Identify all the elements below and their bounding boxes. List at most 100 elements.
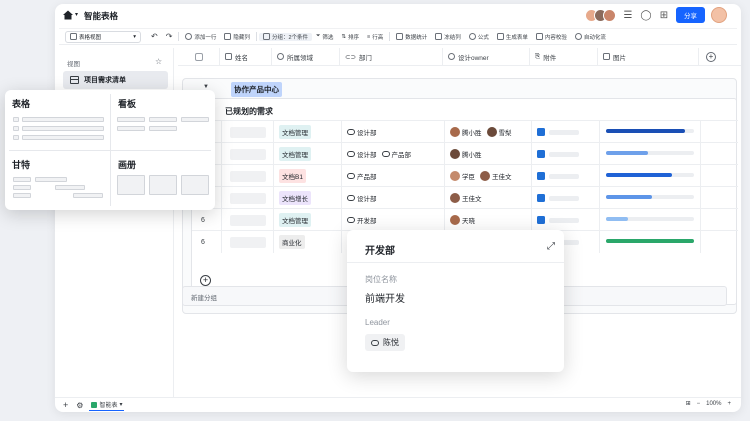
formula-button[interactable]: 公式 (465, 33, 493, 41)
settings-icon[interactable]: ⚙ (76, 401, 83, 410)
sheet-tab[interactable]: 智能表 ▾ (89, 399, 125, 411)
zoom-out-icon[interactable]: − (697, 401, 701, 407)
group-button[interactable]: 分组：2个条件 (258, 32, 312, 41)
name-cell[interactable] (222, 231, 274, 253)
owner-chip[interactable]: 学臣 (450, 171, 475, 181)
column-header-domain[interactable]: 所属领域 (272, 47, 340, 66)
expand-icon[interactable]: ⤢ (547, 241, 555, 252)
domain-cell[interactable]: 文档管理 (274, 143, 342, 165)
column-header-attachment[interactable]: ⎘ 附件 (530, 47, 598, 66)
column-header-department[interactable]: ⊂⊃ 部门 (340, 47, 443, 66)
domain-cell[interactable]: 文档管理 (274, 209, 342, 231)
progress-cell[interactable] (600, 187, 701, 209)
domain-cell[interactable]: 文档增长 (274, 187, 342, 209)
file-icon[interactable] (537, 172, 545, 180)
name-cell[interactable] (222, 187, 274, 209)
owner-chip[interactable]: 王佳文 (480, 171, 512, 181)
owner-chip[interactable]: 腾小胜 (450, 127, 482, 137)
progress-cell[interactable] (600, 209, 701, 231)
file-icon[interactable] (537, 128, 545, 136)
row-height-button[interactable]: ≡ 行高 (363, 33, 387, 41)
grid-icon[interactable]: ⊞ (658, 9, 670, 21)
domain-cell[interactable]: 文档管理 (274, 121, 342, 143)
attachment-cell[interactable] (532, 121, 600, 143)
view-option-gantt[interactable]: 甘特 (5, 151, 109, 210)
attachment-cell[interactable] (532, 165, 600, 187)
owner-chip[interactable]: 王佳文 (450, 193, 482, 203)
attachment-cell[interactable] (532, 187, 600, 209)
owner-chip[interactable]: 天晓 (450, 215, 475, 225)
table-row[interactable]: 文档管理 设计部 腾小胜 雪梨 (192, 120, 738, 143)
column-header-name[interactable]: 姓名 (220, 47, 272, 66)
attachment-cell[interactable] (532, 143, 600, 165)
view-option-table[interactable]: 表格 (5, 90, 109, 149)
chevron-down-icon[interactable]: ▾ (75, 11, 78, 18)
department-cell[interactable]: 设计部 (342, 121, 445, 143)
zoom-in-icon[interactable]: + (727, 401, 731, 407)
select-all-checkbox[interactable] (178, 47, 220, 66)
department-link[interactable]: 设计部 (347, 149, 377, 159)
add-sheet-icon[interactable]: + (63, 400, 68, 410)
sort-button[interactable]: ⇅ 排序 (337, 33, 363, 41)
grid-view-icon[interactable]: ⊞ (686, 400, 691, 407)
department-cell[interactable]: 设计部 产品部 (342, 143, 445, 165)
column-header-owner[interactable]: 设计owner (443, 47, 530, 66)
comment-icon[interactable]: ◯ (640, 9, 652, 21)
view-selector[interactable]: 表格视图 ▾ (65, 30, 141, 43)
department-link[interactable]: 产品部 (347, 171, 377, 181)
leader-chip[interactable]: 陈悦 (365, 334, 405, 351)
view-option-gallery[interactable]: 画册 (111, 151, 215, 210)
user-avatar[interactable] (711, 7, 727, 23)
department-link[interactable]: 开发部 (347, 215, 377, 225)
zoom-level[interactable]: 100% (706, 401, 721, 407)
domain-cell[interactable]: 文档B1 (274, 165, 342, 187)
department-cell[interactable]: 设计部 (342, 187, 445, 209)
owner-cell[interactable]: 天晓 (445, 209, 532, 231)
file-icon[interactable] (537, 216, 545, 224)
owner-cell[interactable]: 王佳文 (445, 187, 532, 209)
name-cell[interactable] (222, 165, 274, 187)
home-icon[interactable] (62, 9, 74, 21)
table-row[interactable]: 文档增长 设计部 王佳文 (192, 186, 738, 209)
menu-icon[interactable]: ☰ (622, 9, 634, 21)
table-row[interactable]: 文档管理 设计部 产品部 腾小胜 (192, 142, 738, 165)
generate-form-button[interactable]: 生成表单 (493, 33, 532, 41)
table-row[interactable]: 文档B1 产品部 学臣 王佳文 (192, 164, 738, 187)
department-link[interactable]: 设计部 (347, 127, 377, 137)
automation-button[interactable]: 自动化流 (571, 33, 610, 41)
owner-cell[interactable]: 腾小胜 雪梨 (445, 121, 532, 143)
domain-cell[interactable]: 商业化 (274, 231, 342, 253)
redo-icon[interactable]: ↷ (162, 32, 177, 41)
file-icon[interactable] (537, 150, 545, 158)
undo-icon[interactable]: ↶ (147, 32, 162, 41)
add-record-icon[interactable]: + (200, 275, 211, 286)
sidebar-item-project-list[interactable]: 项目需求清单 (63, 71, 168, 89)
pin-icon[interactable]: ☆ (155, 57, 162, 66)
progress-cell[interactable] (600, 143, 701, 165)
owner-cell[interactable]: 腾小胜 (445, 143, 532, 165)
owner-chip[interactable]: 雪梨 (486, 127, 512, 137)
name-cell[interactable] (222, 209, 274, 231)
row-number-cell[interactable]: 6 (192, 209, 222, 231)
owner-chip[interactable]: 腾小胜 (450, 149, 482, 159)
department-cell[interactable]: 开发部 (342, 209, 445, 231)
freeze-columns-button[interactable]: 冻结列 (431, 33, 465, 41)
validation-button[interactable]: 内容校验 (532, 33, 571, 41)
department-link[interactable]: 设计部 (347, 193, 377, 203)
row-number-cell[interactable]: 6 (192, 231, 222, 253)
collaborator-avatars[interactable] (585, 8, 616, 22)
add-column-icon[interactable]: + (706, 51, 716, 62)
hide-columns-button[interactable]: 隐藏列 (220, 33, 254, 41)
file-icon[interactable] (537, 194, 545, 202)
progress-cell[interactable] (600, 165, 701, 187)
progress-cell[interactable] (600, 231, 701, 253)
name-cell[interactable] (222, 121, 274, 143)
share-button[interactable]: 分享 (676, 7, 705, 23)
progress-cell[interactable] (600, 121, 701, 143)
attachment-cell[interactable] (532, 209, 600, 231)
view-option-kanban[interactable]: 看板 (111, 90, 215, 149)
table-row[interactable]: 6 文档管理 开发部 天晓 (192, 208, 738, 231)
filter-button[interactable]: ⏷ 筛选 (312, 33, 337, 41)
owner-cell[interactable]: 学臣 王佳文 (445, 165, 532, 187)
department-link[interactable]: 产品部 (381, 149, 411, 159)
